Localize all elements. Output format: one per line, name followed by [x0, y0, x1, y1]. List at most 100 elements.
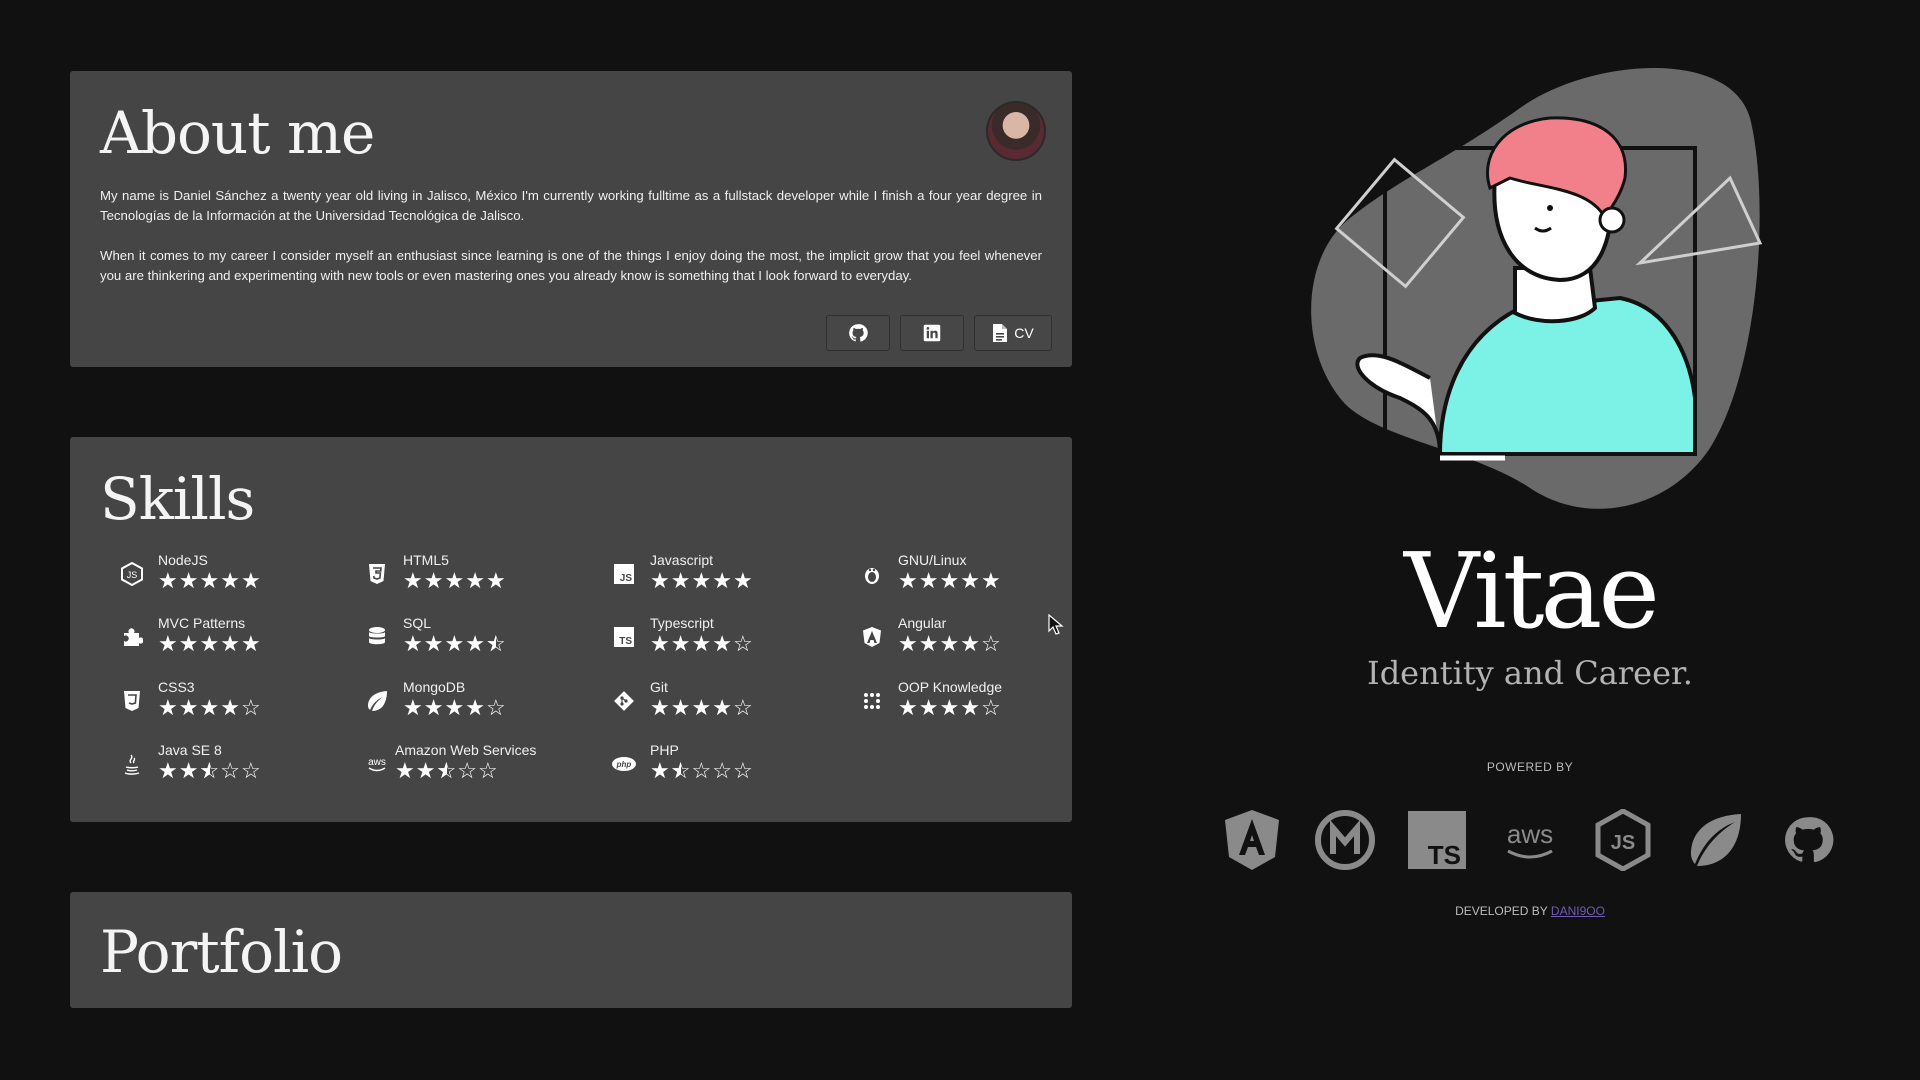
star-full-icon: ★	[939, 568, 961, 593]
star-full-icon: ★	[178, 568, 200, 593]
skill-item: CSS3 ★★★★☆	[118, 679, 358, 725]
materialize-icon	[1313, 808, 1377, 872]
star-full-icon: ★	[960, 568, 981, 593]
skill-rating: ★★★★★	[650, 569, 754, 593]
developer-link[interactable]: DANI9OO	[1551, 904, 1605, 918]
star-full-icon: ★	[939, 695, 961, 720]
star-full-icon: ★	[691, 568, 713, 593]
hero-illustration	[1290, 68, 1770, 528]
linux-icon	[858, 560, 886, 588]
linkedin-icon	[923, 324, 941, 342]
skill-name: MongoDB	[403, 679, 466, 695]
star-full-icon: ★	[650, 568, 671, 593]
skill-name: NodeJS	[158, 552, 208, 568]
star-full-icon: ★	[691, 631, 713, 656]
github-button[interactable]	[826, 315, 890, 351]
nodejs-icon: JS	[118, 560, 146, 588]
angular-icon	[858, 623, 886, 651]
css3-icon	[118, 687, 146, 715]
angular-icon	[1220, 808, 1284, 872]
svg-text:TS: TS	[1428, 840, 1461, 869]
about-card: About me My name is Daniel Sánchez a twe…	[70, 71, 1072, 367]
skill-item: TS Typescript ★★★★☆	[610, 615, 850, 661]
star-full-icon: ★	[918, 631, 940, 656]
star-full-icon: ★	[670, 568, 692, 593]
portfolio-title: Portfolio	[100, 918, 343, 986]
star-full-icon: ★	[980, 568, 1002, 593]
powered-by-label: POWERED BY	[1486, 760, 1574, 774]
cv-button[interactable]: CV	[974, 315, 1052, 351]
skill-item: MongoDB ★★★★☆	[363, 679, 603, 725]
git-icon	[610, 687, 638, 715]
aws-icon: aws	[363, 750, 391, 778]
star-full-icon: ★	[712, 631, 733, 656]
star-half-icon: ★☆	[436, 758, 458, 783]
skill-name: Typescript	[650, 615, 714, 631]
star-full-icon: ★	[465, 695, 486, 720]
developed-by-label: DEVELOPED BY	[1455, 904, 1548, 918]
star-empty-icon: ☆	[732, 758, 754, 783]
svg-text:JS: JS	[127, 570, 138, 580]
skill-rating: ★★★☆☆☆	[395, 759, 499, 783]
skill-name: CSS3	[158, 679, 195, 695]
star-full-icon: ★	[691, 695, 713, 720]
skill-rating: ★★☆☆☆☆	[650, 759, 754, 783]
github-icon	[849, 324, 868, 342]
star-full-icon: ★	[403, 568, 424, 593]
star-full-icon: ★	[403, 695, 424, 720]
star-full-icon: ★	[650, 758, 671, 783]
svg-text:JS: JS	[620, 573, 633, 584]
star-full-icon: ★	[960, 695, 981, 720]
skill-name: Angular	[898, 615, 947, 631]
star-empty-icon: ☆	[477, 758, 499, 783]
star-full-icon: ★	[220, 695, 241, 720]
skill-rating: ★★★★☆	[898, 632, 1002, 656]
skill-rating: ★★★★★	[898, 569, 1002, 593]
star-full-icon: ★	[423, 568, 445, 593]
star-empty-icon: ☆	[691, 758, 713, 783]
svg-text:php: php	[616, 760, 632, 769]
linkedin-button[interactable]	[900, 315, 964, 351]
star-empty-icon: ☆	[457, 758, 478, 783]
skill-name: GNU/Linux	[898, 552, 967, 568]
star-full-icon: ★	[960, 631, 981, 656]
star-full-icon: ★	[415, 758, 437, 783]
star-full-icon: ★	[240, 568, 262, 593]
skill-item: JS Javascript ★★★★★	[610, 552, 850, 598]
skill-item: awsAmazon Web Services★★★☆☆☆	[363, 742, 603, 788]
star-empty-icon: ☆	[240, 695, 262, 720]
typescript-icon: TS	[1405, 808, 1469, 872]
avatar	[986, 101, 1046, 161]
file-icon	[993, 324, 1008, 342]
github-icon	[1776, 808, 1840, 872]
tech-logos: TS aws JS	[1220, 808, 1840, 872]
star-full-icon: ★	[444, 631, 466, 656]
puzzle-icon	[118, 623, 146, 651]
skill-item: MVC Patterns ★★★★★	[118, 615, 358, 661]
star-full-icon: ★	[465, 631, 486, 656]
star-full-icon: ★	[650, 631, 671, 656]
mongodb-leaf-icon	[1683, 808, 1747, 872]
skill-name: Javascript	[650, 552, 714, 568]
svg-text:aws: aws	[368, 757, 386, 768]
star-full-icon: ★	[444, 695, 466, 720]
hero-tagline: Identity and Career.	[1367, 654, 1693, 692]
skill-rating: ★★★☆☆☆	[158, 759, 262, 783]
skill-name: PHP	[650, 742, 679, 758]
skill-rating: ★★★★★	[158, 569, 262, 593]
star-empty-icon: ☆	[732, 631, 754, 656]
skill-rating: ★★★★★	[158, 632, 262, 656]
star-full-icon: ★	[199, 568, 221, 593]
about-paragraph-2: When it comes to my career I consider my…	[100, 248, 1042, 283]
star-full-icon: ★	[423, 695, 445, 720]
skill-name: MVC Patterns	[158, 615, 246, 631]
skill-item: GNU/Linux ★★★★★	[858, 552, 1098, 598]
star-empty-icon: ☆	[980, 695, 1002, 720]
skill-rating: ★★★★★	[403, 569, 507, 593]
star-half-icon: ★☆	[199, 758, 221, 783]
star-full-icon: ★	[199, 695, 221, 720]
star-full-icon: ★	[178, 758, 200, 783]
about-paragraph-1: My name is Daniel Sánchez a twenty year …	[100, 188, 1042, 223]
skill-rating: ★★★★☆	[650, 696, 754, 720]
star-full-icon: ★	[898, 695, 919, 720]
